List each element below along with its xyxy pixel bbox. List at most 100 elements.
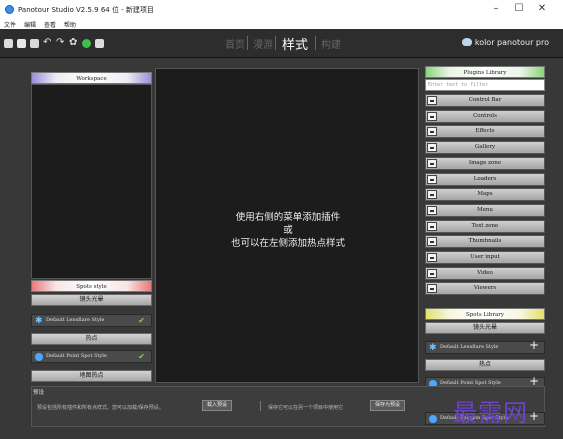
add-plus-icon[interactable]: + (529, 339, 539, 351)
plugin-item[interactable]: Viewers (425, 282, 545, 296)
window-title: Panotour Studio V2.5.9 64 位 - 新建项目 (18, 6, 154, 14)
tab-home[interactable]: 首页 (225, 36, 245, 51)
point-spot-group-button[interactable]: 热点 (31, 333, 152, 345)
plugin-label: Maps (477, 191, 493, 198)
preview-canvas: 使用右侧的菜单添加插件 或 也可以在左侧添加热点样式 (155, 68, 419, 383)
save-as-icon[interactable] (30, 39, 39, 48)
settings-gear-icon[interactable]: ✿ (69, 38, 78, 48)
plugin-icon (427, 158, 437, 168)
save-preset-button[interactable]: 保存为预设 (370, 400, 406, 411)
menu-help[interactable]: 帮助 (64, 20, 76, 29)
plugin-item[interactable]: Video (425, 266, 545, 280)
save-preset-note: 保存它可以在另一个项目中使用它 (268, 405, 344, 411)
plugin-item[interactable]: Image zone (425, 156, 545, 170)
plugin-label: User input (470, 254, 500, 260)
presets-separator (260, 401, 261, 411)
plugin-item[interactable]: Thumbnails (425, 235, 545, 249)
canvas-message-line3: 也可以在左侧添加热点样式 (230, 238, 345, 249)
check-icon: ✔ (138, 316, 145, 325)
undo-icon[interactable]: ↶ (43, 38, 52, 48)
presets-label: 预设 (33, 390, 45, 396)
point-spot-icon (35, 353, 43, 361)
plugin-label: Menu (477, 206, 493, 213)
library-lensflare-label: Default Lensflare Style (440, 344, 499, 350)
tab-tour[interactable]: 漫游 (253, 36, 273, 51)
menu-bar: 文件 编辑 查看 帮助 (0, 20, 563, 29)
library-point-spot-group-button[interactable]: 热点 (425, 359, 545, 371)
plugin-icon (427, 143, 437, 153)
plugin-icon (427, 127, 437, 137)
maximize-button[interactable]: ☐ (512, 3, 526, 14)
lensflare-star-icon: ✱ (35, 316, 43, 326)
plugin-icon (427, 111, 437, 121)
load-preset-button[interactable]: 载入预设 (202, 400, 233, 411)
plugin-icon (427, 284, 437, 294)
plugin-icon (427, 268, 437, 278)
presets-description: 预设包括所有插件和所有点样式。您可以加载/保存预设。 (37, 405, 164, 411)
plugin-item[interactable]: Menu (425, 203, 545, 217)
canvas-message-line2: 或 (283, 225, 293, 236)
menu-file[interactable]: 文件 (4, 20, 16, 29)
lensflare-group-button[interactable]: 镜头光晕 (31, 294, 152, 306)
plugin-icon (427, 174, 437, 184)
plugin-icon (427, 237, 437, 247)
plugin-label: Viewers (473, 285, 497, 292)
save-icon[interactable] (17, 39, 26, 48)
check-icon: ✔ (138, 352, 145, 361)
minimize-button[interactable]: – (489, 3, 503, 14)
redo-icon[interactable]: ↷ (56, 38, 65, 48)
plugin-icon (427, 221, 437, 231)
plugin-item[interactable]: User input (425, 251, 545, 264)
nav-separator (247, 36, 248, 50)
lensflare-style-label: Default Lensflare Style (46, 317, 105, 323)
spots-library-header: Spots Library (425, 308, 545, 320)
lensflare-style-row[interactable]: ✱ Default Lensflare Style ✔ (31, 314, 152, 327)
tab-style[interactable]: 样式 (282, 34, 308, 53)
play-icon[interactable] (82, 39, 91, 48)
plugin-icon (427, 190, 437, 200)
plugin-icon (427, 205, 437, 215)
plugin-filter-input[interactable]: Enter text to filter (425, 79, 545, 91)
library-lensflare-group-button[interactable]: 镜头光晕 (425, 322, 545, 334)
watermark-text: 最需网 (453, 399, 528, 427)
plugin-label: Thumbnails (468, 238, 502, 245)
plugin-label: Controls (473, 112, 497, 119)
map-spot-group-button[interactable]: 地图热点 (31, 370, 152, 382)
add-plus-icon[interactable]: + (529, 410, 539, 422)
plugin-label: Effects (475, 128, 495, 135)
plugin-item[interactable]: Maps (425, 188, 545, 202)
add-icon[interactable] (4, 39, 13, 48)
plugins-library-header: Plugins Library (425, 66, 545, 78)
workspace-panel (31, 84, 152, 279)
nav-separator (275, 36, 276, 50)
plugin-item[interactable]: Loaders (425, 172, 545, 186)
plugin-label: Gallery (474, 144, 496, 151)
polygon-spot-icon (429, 415, 437, 423)
title-bar: Panotour Studio V2.5.9 64 位 - 新建项目 – ☐ ✕ (0, 0, 563, 20)
tab-build[interactable]: 构建 (321, 36, 341, 51)
output-icon[interactable] (95, 39, 104, 48)
toolbar: ↶ ↷ ✿ 首页 漫游 样式 构建 kolor panotour pro (0, 29, 563, 58)
plugin-label: Image zone (468, 159, 502, 166)
plugin-item[interactable]: Effects (425, 125, 545, 139)
point-spot-style-row[interactable]: Default Point Spot Style ✔ (31, 350, 152, 363)
spots-style-header: Spots style (31, 280, 152, 292)
workspace-header: Workspace (31, 72, 152, 84)
plugin-item[interactable]: Gallery (425, 141, 545, 155)
plugin-label: Video (477, 269, 493, 276)
close-button[interactable]: ✕ (535, 3, 549, 14)
library-lensflare-row[interactable]: ✱ Default Lensflare Style + (425, 339, 545, 354)
plugin-icon (427, 253, 437, 262)
plugin-item[interactable]: Text zone (425, 219, 545, 233)
app-icon (5, 5, 14, 14)
canvas-message-line1: 使用右侧的菜单添加插件 (235, 212, 341, 223)
plugin-item[interactable]: Controls (425, 109, 545, 123)
menu-edit[interactable]: 编辑 (24, 20, 36, 29)
lensflare-star-icon: ✱ (429, 343, 437, 353)
brand-text: kolor panotour pro (474, 38, 549, 47)
plugin-label: Loaders (473, 175, 497, 182)
point-spot-style-label: Default Point Spot Style (46, 353, 107, 359)
plugin-icon (427, 96, 437, 105)
menu-view[interactable]: 查看 (44, 20, 56, 29)
plugin-item[interactable]: Control Bar (425, 94, 545, 107)
